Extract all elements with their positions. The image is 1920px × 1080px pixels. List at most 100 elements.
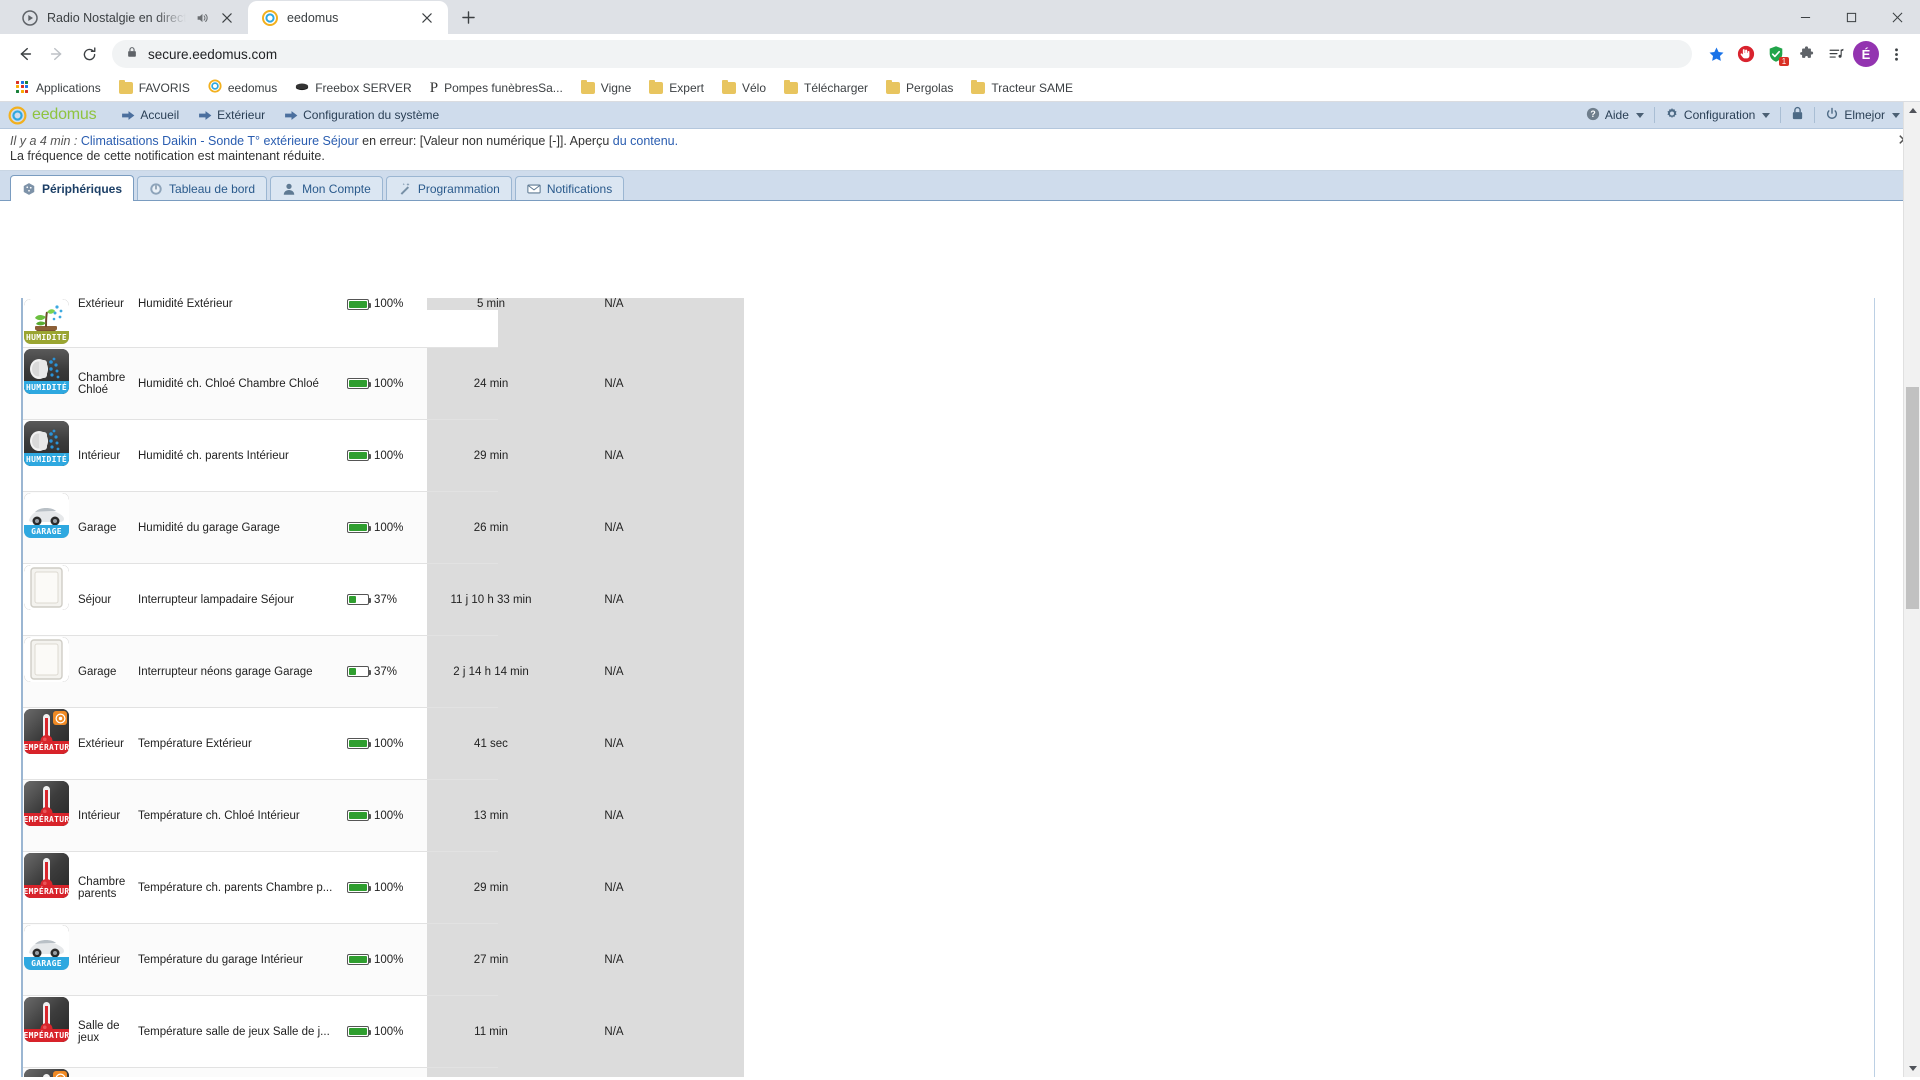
new-tab-button[interactable]	[454, 3, 482, 31]
table-row[interactable]: TEMPÉRATURE Salle de jeux Température sall…	[23, 996, 717, 1068]
app-logo[interactable]: eedomus	[8, 106, 97, 125]
device-name-cell[interactable]: Interrupteur néons garage Garage	[135, 636, 347, 707]
forward-arrow-icon[interactable]	[42, 39, 72, 69]
device-name-cell[interactable]: Température ch. parents Chambre p...	[135, 852, 347, 923]
tab-audio-playing-icon[interactable]	[195, 11, 209, 25]
battery-percent-label: 37%	[374, 665, 398, 678]
device-name-cell[interactable]: Humidité du garage Garage	[135, 492, 347, 563]
device-value-cell: N/A	[555, 996, 673, 1067]
breadcrumb-configuration-systeme[interactable]: Configuration du système	[285, 108, 439, 122]
chrome-menu-icon[interactable]	[1882, 40, 1910, 68]
tab-notifications[interactable]: Notifications	[514, 176, 625, 200]
device-category-tag: HUMIDITÉ	[24, 453, 69, 466]
bookmark-telecharger[interactable]: Télécharger	[776, 78, 876, 98]
device-name-cell[interactable]: Humidité ch. Chloé Chambre Chloé	[135, 348, 347, 419]
device-name-cell[interactable]: Température du garage Intérieur	[135, 924, 347, 995]
notification-line-1: Il y a 4 min : Climatisations Daikin - S…	[10, 134, 1890, 149]
scrollbar-down-arrow-icon[interactable]	[1904, 1060, 1920, 1077]
tab-close-icon[interactable]	[218, 9, 236, 27]
scrollbar-up-arrow-icon[interactable]	[1904, 102, 1920, 119]
table-row[interactable]: HUMIDITÉ Chambre Chloé Humidité ch. Chloé …	[23, 348, 717, 420]
device-battery-cell: 100%	[347, 492, 427, 563]
table-row[interactable]: Garage Interrupteur néons garage Garage 37…	[23, 636, 717, 708]
breadcrumb-accueil[interactable]: Accueil	[122, 108, 179, 122]
device-name-cell[interactable]: Humidité ch. parents Intérieur	[135, 420, 347, 491]
table-row[interactable]: GARAGE Garage Humidité du garage Garage 100…	[23, 492, 717, 564]
bookmark-star-icon[interactable]	[1702, 40, 1730, 68]
bookmark-vigne[interactable]: Vigne	[573, 78, 639, 98]
tab-tableau-de-bord[interactable]: Tableau de bord	[137, 176, 268, 200]
notification-content-link[interactable]: du contenu.	[613, 134, 678, 148]
bookmark-applications[interactable]: Applications	[8, 78, 109, 98]
profile-avatar[interactable]: É	[1852, 40, 1880, 68]
bookmark-freebox-server[interactable]: Freebox SERVER	[287, 76, 420, 99]
device-name-cell[interactable]: Température salle de jeux Salle de j...	[135, 996, 347, 1067]
device-battery-cell: 100%	[347, 852, 427, 923]
bookmark-expert[interactable]: Expert	[641, 78, 712, 98]
breadcrumb-exterieur[interactable]: Extérieur	[199, 108, 265, 122]
garage-car-icon: GARAGE	[24, 493, 69, 538]
page-scrollbar[interactable]	[1903, 102, 1920, 1077]
table-row[interactable]: TEMPÉRATURE Intérieur Température ch. Chlo…	[23, 780, 717, 852]
scrollbar-thumb[interactable]	[1906, 387, 1919, 609]
folder-icon	[971, 79, 986, 94]
reload-icon[interactable]	[74, 39, 104, 69]
device-name-cell[interactable]: Interrupteur lampadaire Séjour	[135, 564, 347, 635]
bookmark-pergolas[interactable]: Pergolas	[878, 78, 961, 98]
media-list-icon[interactable]	[1822, 40, 1850, 68]
table-row[interactable]: TEMPÉRATUREExtérieurTempérature sur le t…	[23, 1068, 717, 1077]
table-row[interactable]: GARAGE Intérieur Température du garage Int…	[23, 924, 717, 996]
browser-tab-eedomus[interactable]: eedomus	[248, 1, 448, 34]
app-logo-text: eedomus	[32, 106, 97, 123]
window-maximize-button[interactable]	[1828, 0, 1874, 34]
bookmark-eedomus[interactable]: eedomus	[200, 76, 285, 99]
shield-icon[interactable]: 1	[1762, 40, 1790, 68]
device-category-tag: GARAGE	[24, 525, 69, 538]
table-row[interactable]: Séjour Interrupteur lampadaire Séjour 37% 1…	[23, 564, 717, 636]
extensions-puzzle-icon[interactable]	[1792, 40, 1820, 68]
bookmark-pompes-funebres[interactable]: P Pompes funèbresSa...	[422, 78, 571, 98]
device-category-tag: HUMIDITÉ	[24, 381, 69, 394]
back-arrow-icon[interactable]	[10, 39, 40, 69]
browser-toolbar: secure.eedomus.com 1 É	[0, 34, 1920, 74]
browser-tab-radio-nostalgie[interactable]: Radio Nostalgie en direct - É	[8, 1, 248, 34]
window-minimize-button[interactable]	[1782, 0, 1828, 34]
device-room-cell: Garage	[78, 665, 117, 678]
device-icon-cell	[23, 636, 70, 707]
window-close-button[interactable]	[1874, 0, 1920, 34]
bookmark-velo[interactable]: Vélo	[714, 78, 774, 98]
device-room-cell: Chambre parents	[78, 875, 126, 900]
table-row[interactable]: TEMPÉRATURE Chambre parents Température ch…	[23, 852, 717, 924]
thermometer-icon: TEMPÉRATURE	[24, 853, 69, 898]
tab-peripheriques[interactable]: Périphériques	[10, 175, 135, 201]
eedomus-icon	[262, 9, 278, 26]
address-bar[interactable]: secure.eedomus.com	[112, 40, 1692, 68]
tab-label: Mon Compte	[302, 181, 371, 196]
device-name-cell[interactable]: Température ch. Chloé Intérieur	[135, 780, 347, 851]
notification-device-link[interactable]: Climatisations Daikin - Sonde T° extérie…	[81, 134, 359, 148]
tab-mon-compte[interactable]: Mon Compte	[270, 176, 383, 200]
device-name-cell[interactable]: Température sur le toit Extérieur	[135, 1068, 347, 1077]
table-row[interactable]: HUMIDITÉ Intérieur Humidité ch. parents In…	[23, 420, 717, 492]
table-row[interactable]: TEMPÉRATURE Extérieur Température Extérieu…	[23, 708, 717, 780]
tab-programmation[interactable]: Programmation	[385, 176, 512, 200]
device-name-cell[interactable]: Température Extérieur	[135, 708, 347, 779]
device-last-seen-cell: 27 min	[427, 924, 555, 995]
user-menu-button[interactable]: Elmejor	[1815, 107, 1910, 124]
adblock-icon[interactable]	[1732, 40, 1760, 68]
lock-button[interactable]	[1781, 106, 1814, 124]
device-icon-cell: TEMPÉRATURE	[23, 780, 70, 851]
device-value-cell: N/A	[555, 852, 673, 923]
bookmark-tracteur-same[interactable]: Tracteur SAME	[963, 78, 1081, 98]
device-name-cell[interactable]: Humidité Extérieur	[135, 298, 347, 310]
folder-icon	[649, 79, 664, 94]
tab-close-icon[interactable]	[418, 9, 436, 27]
help-menu-button[interactable]: ? Aide	[1576, 107, 1654, 124]
bookmark-label: Vigne	[600, 80, 632, 95]
battery-icon	[347, 810, 371, 821]
bookmark-favoris[interactable]: FAVORIS	[111, 78, 198, 98]
thermometer-icon: TEMPÉRATURE	[24, 781, 69, 826]
device-battery-cell: 100%	[347, 780, 427, 851]
configuration-menu-button[interactable]: Configuration	[1655, 107, 1780, 124]
battery-percent-label: 100%	[374, 449, 404, 462]
